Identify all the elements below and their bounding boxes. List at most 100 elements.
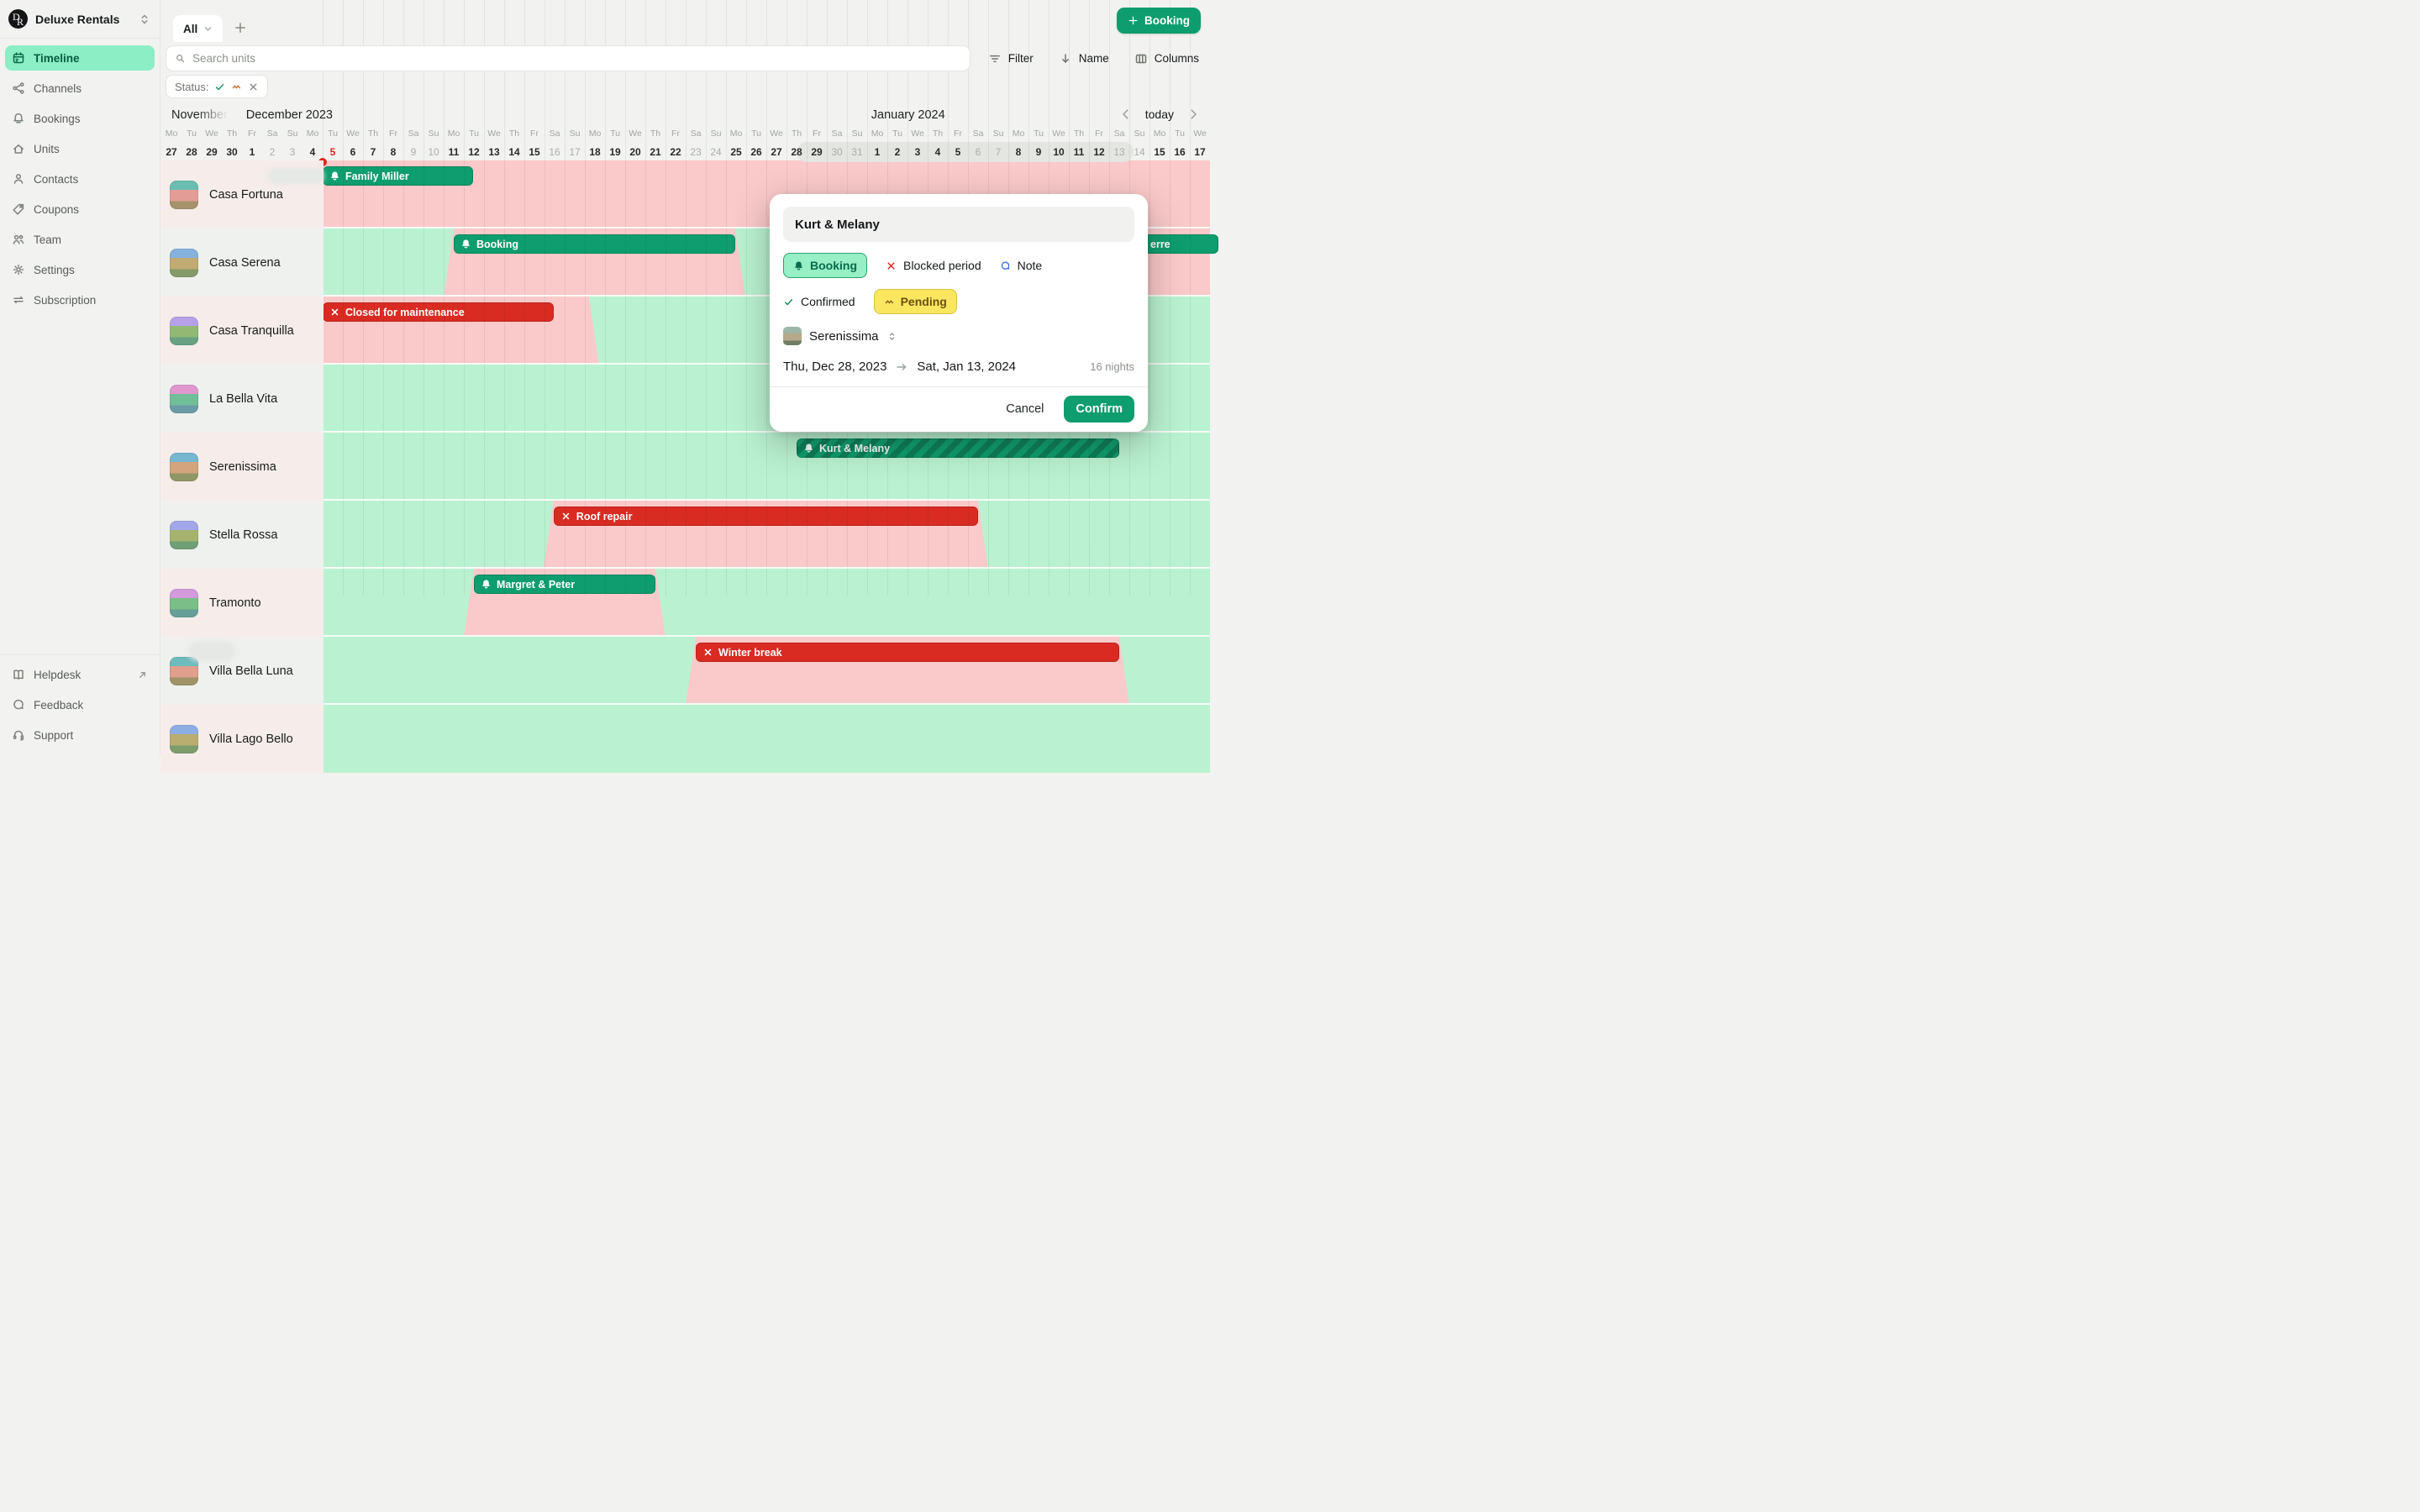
unit-panel-row[interactable]: Villa Lago Bello (160, 705, 324, 773)
sidebar-item-bookings[interactable]: Bookings (5, 106, 155, 131)
unit-panel-row[interactable]: Villa Bella Luna (160, 637, 324, 705)
day-number[interactable]: 27 (161, 144, 182, 160)
workspace-switcher[interactable]: DR Deluxe Rentals (0, 0, 160, 39)
day-number[interactable]: 8 (383, 144, 403, 160)
day-number[interactable]: 9 (403, 144, 424, 160)
sidebar-item-coupons[interactable]: Coupons (5, 197, 155, 222)
day-number[interactable]: 10 (1049, 144, 1069, 160)
blocked-period-bar[interactable]: Closed for maintenance (323, 302, 554, 322)
status-confirmed-option[interactable]: Confirmed (783, 295, 855, 308)
cancel-button[interactable]: Cancel (1006, 402, 1044, 416)
today-button[interactable]: today (1145, 108, 1174, 121)
sidebar-item-support[interactable]: Support (5, 722, 155, 748)
day-number[interactable]: 29 (807, 144, 827, 160)
blocked-period-bar[interactable]: Winter break (696, 643, 1119, 662)
workspace-unfold-icon[interactable] (138, 13, 151, 26)
day-number[interactable]: 12 (464, 144, 484, 160)
day-number[interactable]: 15 (524, 144, 544, 160)
day-number[interactable]: 27 (766, 144, 786, 160)
day-number[interactable]: 17 (565, 144, 585, 160)
day-number[interactable]: 7 (363, 144, 383, 160)
day-number[interactable]: 7 (988, 144, 1008, 160)
day-number[interactable]: 25 (726, 144, 746, 160)
unit-panel-row[interactable]: Stella Rossa (160, 501, 324, 569)
row-available-background[interactable] (323, 569, 1210, 637)
day-number[interactable]: 8 (1008, 144, 1028, 160)
tab-chevron-down-icon[interactable] (203, 24, 213, 34)
day-number[interactable]: 2 (262, 144, 282, 160)
day-number[interactable]: 31 (847, 144, 867, 160)
booking-bar[interactable]: Kurt & Melany (797, 438, 1119, 458)
filter-button[interactable]: Filter (988, 52, 1034, 66)
guest-name-field[interactable]: Kurt & Melany (783, 207, 1134, 242)
prev-period-button[interactable] (1119, 108, 1133, 121)
day-number[interactable]: 19 (605, 144, 625, 160)
status-pending-option[interactable]: Pending (874, 289, 957, 314)
confirm-button[interactable]: Confirm (1064, 396, 1134, 423)
day-number[interactable]: 10 (424, 144, 444, 160)
day-number[interactable]: 13 (484, 144, 504, 160)
day-number[interactable]: 4 (928, 144, 948, 160)
day-number[interactable]: 2 (887, 144, 908, 160)
day-number[interactable]: 3 (908, 144, 928, 160)
status-filter-chip[interactable]: Status: (166, 75, 268, 98)
unit-selector[interactable]: Serenissima (783, 327, 1134, 345)
day-number[interactable]: 14 (1129, 144, 1150, 160)
day-number[interactable]: 5 (323, 144, 343, 160)
day-number[interactable]: 6 (343, 144, 363, 160)
day-number[interactable]: 5 (948, 144, 968, 160)
sidebar-item-settings[interactable]: Settings (5, 257, 155, 282)
day-number[interactable]: 14 (504, 144, 524, 160)
day-number[interactable]: 12 (1089, 144, 1109, 160)
start-date[interactable]: Thu, Dec 28, 2023 (783, 360, 886, 374)
day-number[interactable]: 23 (686, 144, 706, 160)
row-available-background[interactable] (323, 705, 1210, 773)
day-number[interactable]: 13 (1109, 144, 1129, 160)
sidebar-item-contacts[interactable]: Contacts (5, 166, 155, 192)
day-number[interactable]: 18 (585, 144, 605, 160)
day-number[interactable]: 29 (202, 144, 222, 160)
sidebar-item-feedback[interactable]: Feedback (5, 692, 155, 717)
day-number[interactable]: 16 (544, 144, 565, 160)
add-view-tab-button[interactable] (234, 21, 247, 34)
remove-filter-icon[interactable] (248, 81, 259, 92)
type-note-option[interactable]: Note (1000, 259, 1043, 272)
end-date[interactable]: Sat, Jan 13, 2024 (917, 360, 1016, 374)
unit-panel-row[interactable]: Serenissima (160, 433, 324, 501)
day-number[interactable]: 1 (867, 144, 887, 160)
day-number[interactable]: 9 (1028, 144, 1049, 160)
day-number[interactable]: 11 (444, 144, 464, 160)
unit-panel-row[interactable]: Casa Serena (160, 228, 324, 297)
unit-panel-row[interactable]: Casa Tranquilla (160, 297, 324, 365)
sidebar-item-helpdesk[interactable]: Helpdesk (5, 662, 155, 687)
day-number[interactable]: 11 (1069, 144, 1089, 160)
day-number[interactable]: 28 (786, 144, 807, 160)
sidebar-item-units[interactable]: Units (5, 136, 155, 161)
next-period-button[interactable] (1186, 108, 1200, 121)
day-number[interactable]: 16 (1170, 144, 1190, 160)
sidebar-item-channels[interactable]: Channels (5, 76, 155, 101)
day-number[interactable]: 22 (666, 144, 686, 160)
unit-panel-row[interactable]: La Bella Vita (160, 365, 324, 433)
new-booking-button[interactable]: Booking (1117, 8, 1201, 34)
sidebar-item-team[interactable]: Team (5, 227, 155, 252)
booking-bar[interactable]: Margret & Peter (474, 575, 655, 594)
type-blocked-option[interactable]: Blocked period (886, 259, 981, 272)
day-number[interactable]: 24 (706, 144, 726, 160)
day-number[interactable]: 21 (645, 144, 666, 160)
day-number[interactable]: 3 (282, 144, 302, 160)
day-number[interactable]: 17 (1190, 144, 1210, 160)
sort-by-name-button[interactable]: Name (1059, 52, 1109, 66)
day-number[interactable]: 30 (222, 144, 242, 160)
day-number[interactable]: 6 (968, 144, 988, 160)
columns-button[interactable]: Columns (1134, 52, 1199, 66)
view-tab-all[interactable]: All (173, 15, 223, 42)
search-input[interactable]: Search units (166, 45, 971, 71)
day-number[interactable]: 26 (746, 144, 766, 160)
type-booking-option[interactable]: Booking (783, 253, 867, 278)
day-number[interactable]: 20 (625, 144, 645, 160)
blocked-period-bar[interactable]: Roof repair (554, 507, 978, 526)
day-number[interactable]: 15 (1150, 144, 1170, 160)
sidebar-item-subscription[interactable]: Subscription (5, 287, 155, 312)
day-number[interactable]: 28 (182, 144, 202, 160)
